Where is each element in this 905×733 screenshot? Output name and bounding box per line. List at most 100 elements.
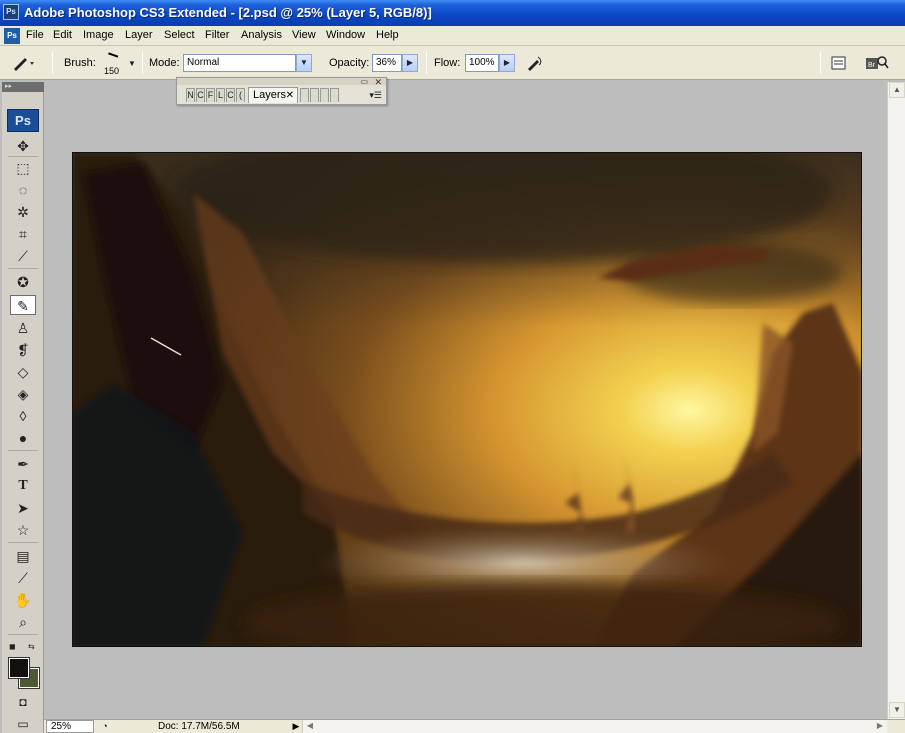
status-info-icon[interactable]: ◔: [98, 720, 112, 733]
mode-dropdown-icon[interactable]: ▼: [296, 54, 312, 72]
tab-channels[interactable]: [300, 88, 309, 102]
type-tool-icon[interactable]: T: [10, 476, 36, 496]
status-menu-arrow-icon[interactable]: ▶: [290, 720, 302, 733]
brush-tool-icon[interactable]: ✎: [10, 295, 36, 315]
blur-tool-icon[interactable]: ◊: [10, 406, 36, 426]
quick-mask-icon[interactable]: ◘: [10, 692, 36, 712]
menu-image[interactable]: Image: [83, 29, 114, 41]
layers-palette-collapsed[interactable]: ▭ ✕ N C F L C ( Layers ✕ ▾☰: [176, 77, 387, 105]
ps-logo[interactable]: Ps: [7, 109, 39, 132]
marquee-tool-icon[interactable]: ⬚: [10, 158, 36, 178]
document-canvas[interactable]: [72, 152, 862, 647]
history-brush-tool-icon[interactable]: ❡: [10, 340, 36, 360]
clone-stamp-tool-icon[interactable]: ♙: [10, 318, 36, 338]
options-bar: Brush: 150 ▼ Mode: Normal ▼ Opacity: 36%…: [0, 46, 905, 80]
palette-minimize-icon[interactable]: ▭: [360, 77, 368, 86]
dodge-tool-icon[interactable]: ●: [10, 428, 36, 448]
layers-tab-close-icon[interactable]: ✕: [286, 88, 294, 103]
menu-filter[interactable]: Filter: [205, 29, 229, 41]
menu-edit[interactable]: Edit: [53, 29, 72, 41]
foreground-color-swatch[interactable]: [8, 657, 30, 679]
options-separator: [820, 52, 821, 74]
svg-text:Br: Br: [868, 62, 876, 69]
zoom-tool-icon[interactable]: ⌕: [10, 612, 36, 632]
crop-tool-icon[interactable]: ⌗: [10, 224, 36, 244]
paint-bucket-tool-icon[interactable]: ◈: [10, 384, 36, 404]
menu-layer[interactable]: Layer: [125, 29, 153, 41]
healing-brush-tool-icon[interactable]: ✪: [10, 272, 36, 292]
photoshop-app-icon: Ps: [3, 4, 19, 20]
flow-input[interactable]: 100%: [465, 54, 499, 72]
hand-tool-icon[interactable]: ✋: [10, 590, 36, 610]
palette-well-glyph: [831, 56, 846, 70]
screen-mode-icon[interactable]: ▭: [10, 714, 36, 733]
menu-file[interactable]: File: [26, 29, 44, 41]
toolbox: ▸▸ Ps ✥ ⬚ ◌ ✲ ⌗ ⟋ ✪ ✎ ♙ ❡ ◇ ◈ ◊ ● ✒ T ➤ …: [2, 82, 44, 733]
bridge-button-icon[interactable]: Br: [865, 54, 889, 72]
eraser-tool-icon[interactable]: ◇: [10, 362, 36, 382]
opacity-slider-button-icon[interactable]: ▶: [402, 54, 418, 72]
tab-layers[interactable]: Layers ✕: [248, 87, 298, 103]
opacity-input[interactable]: 36%: [372, 54, 402, 72]
layers-tab-label: Layers: [253, 89, 287, 101]
tab-navigator[interactable]: N: [186, 88, 195, 102]
document-workspace[interactable]: [47, 82, 887, 719]
swap-colors-icon[interactable]: ⇆: [28, 642, 35, 651]
scroll-right-icon[interactable]: ▶: [873, 720, 887, 733]
brush-picker-caret-icon[interactable]: ▼: [128, 59, 136, 68]
status-bar: 25% ◔ Doc: 17.7M/56.5M ▶ ◀ ▶: [44, 719, 905, 733]
tool-preset-picker[interactable]: [8, 52, 38, 74]
path-selection-tool-icon[interactable]: ➤: [10, 498, 36, 518]
opacity-label: Opacity:: [329, 57, 370, 69]
menu-analysis[interactable]: Analysis: [241, 29, 282, 41]
menu-view[interactable]: View: [292, 29, 316, 41]
menu-help[interactable]: Help: [376, 29, 399, 41]
bridge-glyph: Br: [866, 56, 889, 69]
tab-swatches[interactable]: F: [206, 88, 215, 102]
palette-menu-icon[interactable]: ▾☰: [369, 90, 382, 101]
palette-close-icon[interactable]: ✕: [374, 77, 382, 88]
magic-wand-tool-icon[interactable]: ✲: [10, 202, 36, 222]
tab-character[interactable]: [330, 88, 339, 102]
palette-tabs: N C F L C ( Layers ✕: [180, 86, 370, 103]
pen-tool-icon[interactable]: ✒: [10, 454, 36, 474]
palette-title-bar[interactable]: [177, 78, 386, 85]
tab-paths[interactable]: [310, 88, 319, 102]
palette-well-icon[interactable]: [830, 54, 848, 72]
mode-select[interactable]: Normal: [183, 54, 296, 72]
flow-slider-button-icon[interactable]: ▶: [499, 54, 515, 72]
move-tool-icon[interactable]: ✥: [10, 136, 36, 156]
tab-history[interactable]: C: [226, 88, 235, 102]
notes-tool-icon[interactable]: ▤: [10, 546, 36, 566]
shape-tool-icon[interactable]: ☆: [10, 520, 36, 540]
mode-label: Mode:: [149, 57, 180, 69]
brush-tip-preview-icon[interactable]: [107, 52, 119, 59]
window-title: Adobe Photoshop CS3 Extended - [2.psd @ …: [24, 5, 432, 20]
tab-styles[interactable]: L: [216, 88, 225, 102]
tab-actions[interactable]: (: [236, 88, 245, 102]
default-colors-icon[interactable]: ◼: [9, 642, 16, 651]
document-menu-icon[interactable]: Ps: [4, 28, 20, 44]
tab-info[interactable]: [320, 88, 329, 102]
toolbox-separator: [8, 268, 38, 269]
airbrush-toggle-icon[interactable]: [526, 54, 544, 72]
toolbox-header-icon[interactable]: ▸▸: [2, 82, 44, 92]
slice-tool-icon[interactable]: ⟋: [10, 246, 36, 266]
zoom-level-field[interactable]: 25%: [46, 720, 94, 733]
vertical-scrollbar[interactable]: ▲ ▼: [887, 82, 905, 719]
eyedropper-tool-icon[interactable]: ⟋: [10, 568, 36, 588]
menu-select[interactable]: Select: [164, 29, 195, 41]
airbrush-icon: [528, 56, 542, 71]
lasso-tool-icon[interactable]: ◌: [10, 180, 36, 200]
tab-color[interactable]: C: [196, 88, 205, 102]
document-size-info: Doc: 17.7M/56.5M: [158, 721, 240, 732]
horizontal-scrollbar[interactable]: ◀ ▶: [302, 720, 887, 733]
scroll-down-icon[interactable]: ▼: [889, 702, 905, 718]
scroll-left-icon[interactable]: ◀: [303, 720, 317, 733]
toolbox-separator: [8, 542, 38, 543]
scroll-up-icon[interactable]: ▲: [889, 82, 905, 98]
menu-window[interactable]: Window: [326, 29, 365, 41]
flow-label: Flow:: [434, 57, 461, 69]
toolbox-separator: [8, 634, 38, 635]
brush-size-value: 150: [104, 66, 120, 76]
